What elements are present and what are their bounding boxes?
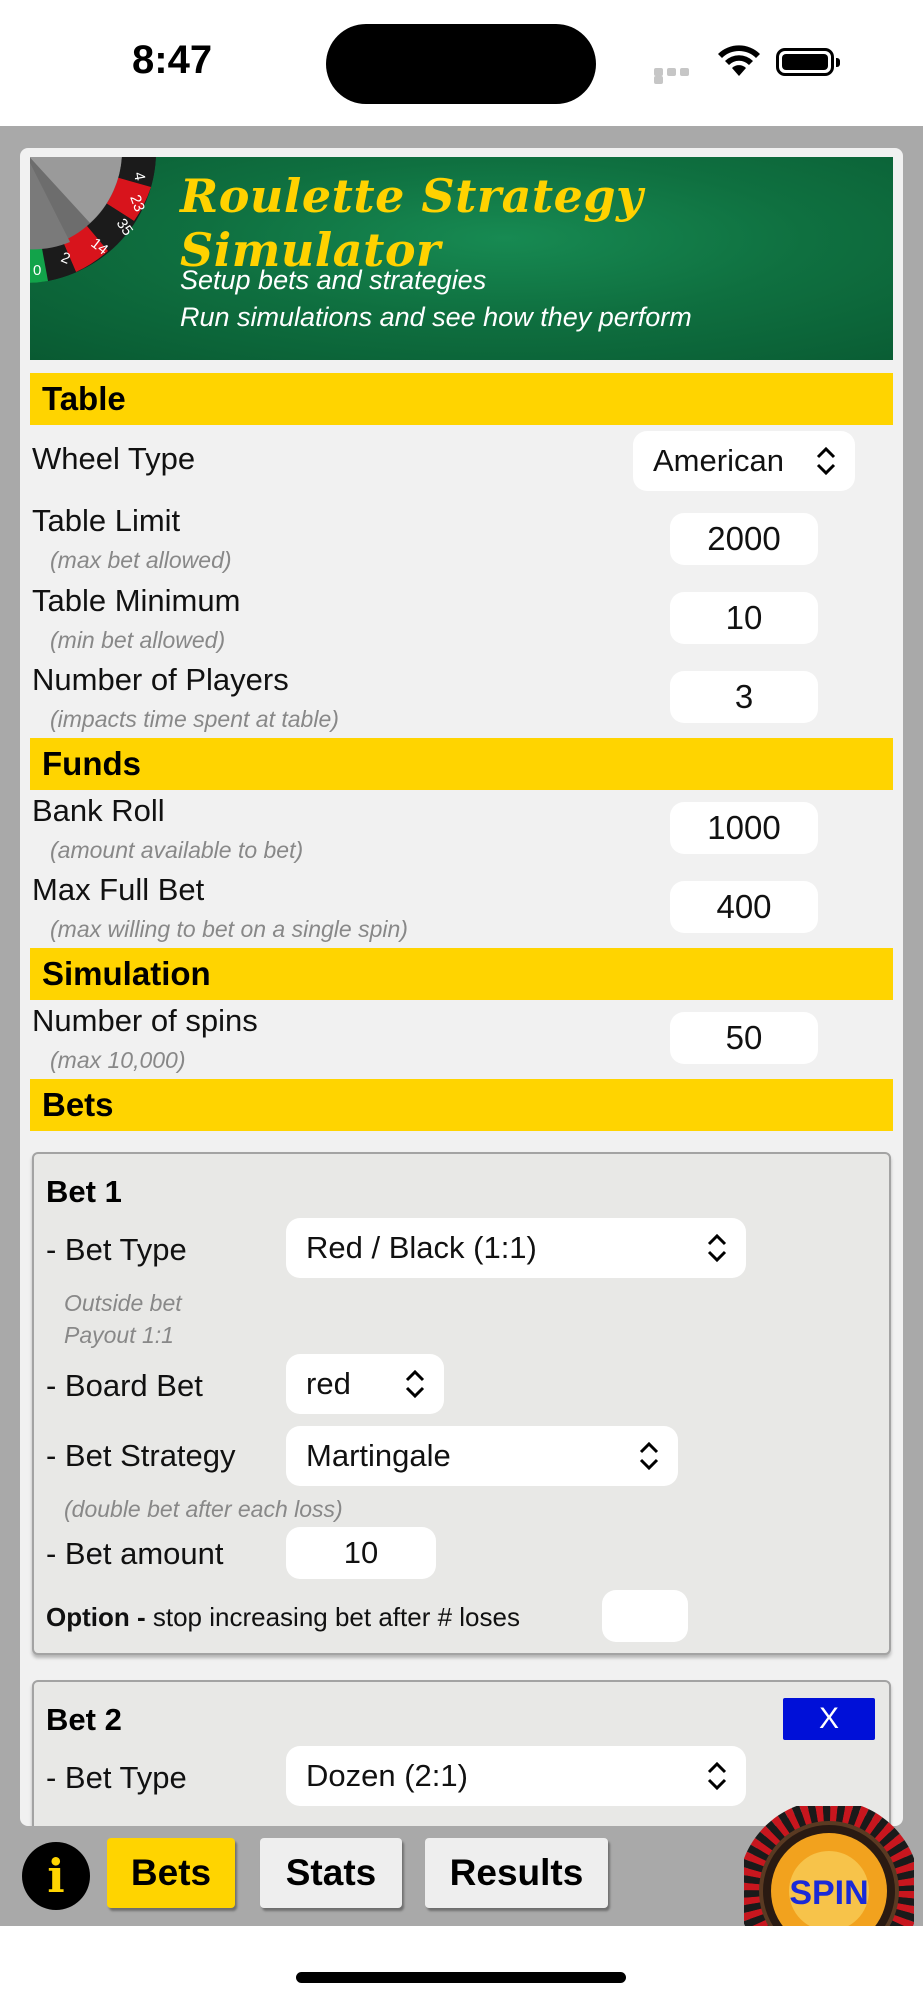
bet-strategy-hint: (double bet after each loss) [64, 1496, 343, 1522]
spin-label: SPIN [789, 1874, 868, 1912]
loss-limit-input[interactable] [602, 1590, 688, 1642]
bet-type-select[interactable]: Dozen (2:1) [286, 1746, 746, 1806]
table-limit-input[interactable]: 2000 [670, 513, 818, 565]
bottom-tab-bar: i Bets Stats Results SPIN [0, 1806, 923, 1976]
spins-hint: (max 10,000) [50, 1047, 186, 1073]
bet-type-label: - Bet Type [46, 1232, 187, 1267]
bet-type-label: - Bet Type [46, 1760, 187, 1795]
bet-strategy-label: - Bet Strategy [46, 1438, 236, 1473]
bet-title: Bet 2 [46, 1702, 122, 1737]
chevron-updown-icon [816, 446, 836, 476]
table-limit-label: Table Limit [32, 503, 181, 538]
bet-card-1: Bet 1 - Bet Type Red / Black (1:1) Outsi… [32, 1152, 891, 1655]
bet-type-hint: Outside bet [64, 1290, 182, 1316]
wifi-icon [718, 45, 760, 76]
info-button[interactable]: i [22, 1842, 90, 1910]
bank-roll-label: Bank Roll [32, 793, 165, 828]
option-prefix: Option - [46, 1602, 146, 1632]
wheel-type-value: American [653, 443, 784, 478]
bet-strategy-value: Martingale [306, 1438, 451, 1473]
table-minimum-hint: (min bet allowed) [50, 627, 226, 653]
setup-panel[interactable]: 4 23 35 14 2 0 Roulette Strategy Simulat… [20, 148, 903, 1826]
board-bet-select[interactable]: red [286, 1354, 444, 1414]
tab-results[interactable]: Results [425, 1838, 608, 1908]
bet-amount-label: - Bet amount [46, 1536, 224, 1571]
banner-subtitle: Run simulations and see how they perform [180, 302, 692, 332]
tab-stats[interactable]: Stats [260, 1838, 402, 1908]
bet-type-payout: Payout 1:1 [64, 1322, 174, 1348]
section-header-table: Table [30, 373, 893, 425]
bet-type-value: Dozen (2:1) [306, 1758, 468, 1793]
wheel-type-select[interactable]: American [633, 431, 855, 491]
bet-amount-input[interactable]: 10 [286, 1527, 436, 1579]
option-description: stop increasing bet after # loses [145, 1602, 520, 1632]
roulette-wheel-icon: 4 23 35 14 2 0 [30, 157, 156, 283]
spins-input[interactable]: 50 [670, 1012, 818, 1064]
chevron-updown-icon [405, 1369, 425, 1399]
home-indicator[interactable] [296, 1972, 626, 1983]
bet-card-2: Bet 2 X - Bet Type Dozen (2:1) [32, 1680, 891, 1826]
cellular-signal-icon [654, 68, 704, 84]
section-header-bets: Bets [30, 1079, 893, 1131]
status-bar: 8:47 [0, 0, 923, 126]
bet-strategy-select[interactable]: Martingale [286, 1426, 678, 1486]
bet-type-select[interactable]: Red / Black (1:1) [286, 1218, 746, 1278]
spins-label: Number of spins [32, 1003, 258, 1038]
app-title: Roulette Strategy Simulator [180, 169, 644, 277]
players-input[interactable]: 3 [670, 671, 818, 723]
players-hint: (impacts time spent at table) [50, 706, 339, 732]
max-full-bet-label: Max Full Bet [32, 872, 205, 907]
section-header-funds: Funds [30, 738, 893, 790]
bank-roll-input[interactable]: 1000 [670, 802, 818, 854]
table-minimum-input[interactable]: 10 [670, 592, 818, 644]
app-frame: 4 23 35 14 2 0 Roulette Strategy Simulat… [0, 126, 923, 1976]
banner-subtitle: Setup bets and strategies [180, 265, 487, 295]
bank-roll-hint: (amount available to bet) [50, 837, 304, 863]
wheel-type-label: Wheel Type [32, 441, 196, 476]
bet-title: Bet 1 [46, 1174, 122, 1209]
remove-bet-button[interactable]: X [783, 1698, 875, 1740]
section-header-simulation: Simulation [30, 948, 893, 1000]
wheel-number: 0 [33, 262, 41, 279]
board-bet-value: red [306, 1366, 351, 1401]
chevron-updown-icon [707, 1233, 727, 1263]
table-minimum-label: Table Minimum [32, 583, 241, 618]
tab-bets[interactable]: Bets [107, 1838, 235, 1908]
status-time: 8:47 [132, 38, 213, 82]
home-area [0, 1926, 923, 2000]
players-label: Number of Players [32, 662, 289, 697]
battery-icon [776, 48, 840, 76]
dynamic-island [326, 24, 596, 104]
max-full-bet-hint: (max willing to bet on a single spin) [50, 916, 408, 942]
max-full-bet-input[interactable]: 400 [670, 881, 818, 933]
chevron-updown-icon [639, 1441, 659, 1471]
bet-type-value: Red / Black (1:1) [306, 1230, 537, 1265]
loss-limit-option-label: Option - stop increasing bet after # los… [46, 1602, 520, 1633]
chevron-updown-icon [707, 1761, 727, 1791]
table-limit-hint: (max bet allowed) [50, 547, 232, 573]
board-bet-label: - Board Bet [46, 1368, 203, 1403]
header-banner: 4 23 35 14 2 0 Roulette Strategy Simulat… [30, 157, 893, 360]
